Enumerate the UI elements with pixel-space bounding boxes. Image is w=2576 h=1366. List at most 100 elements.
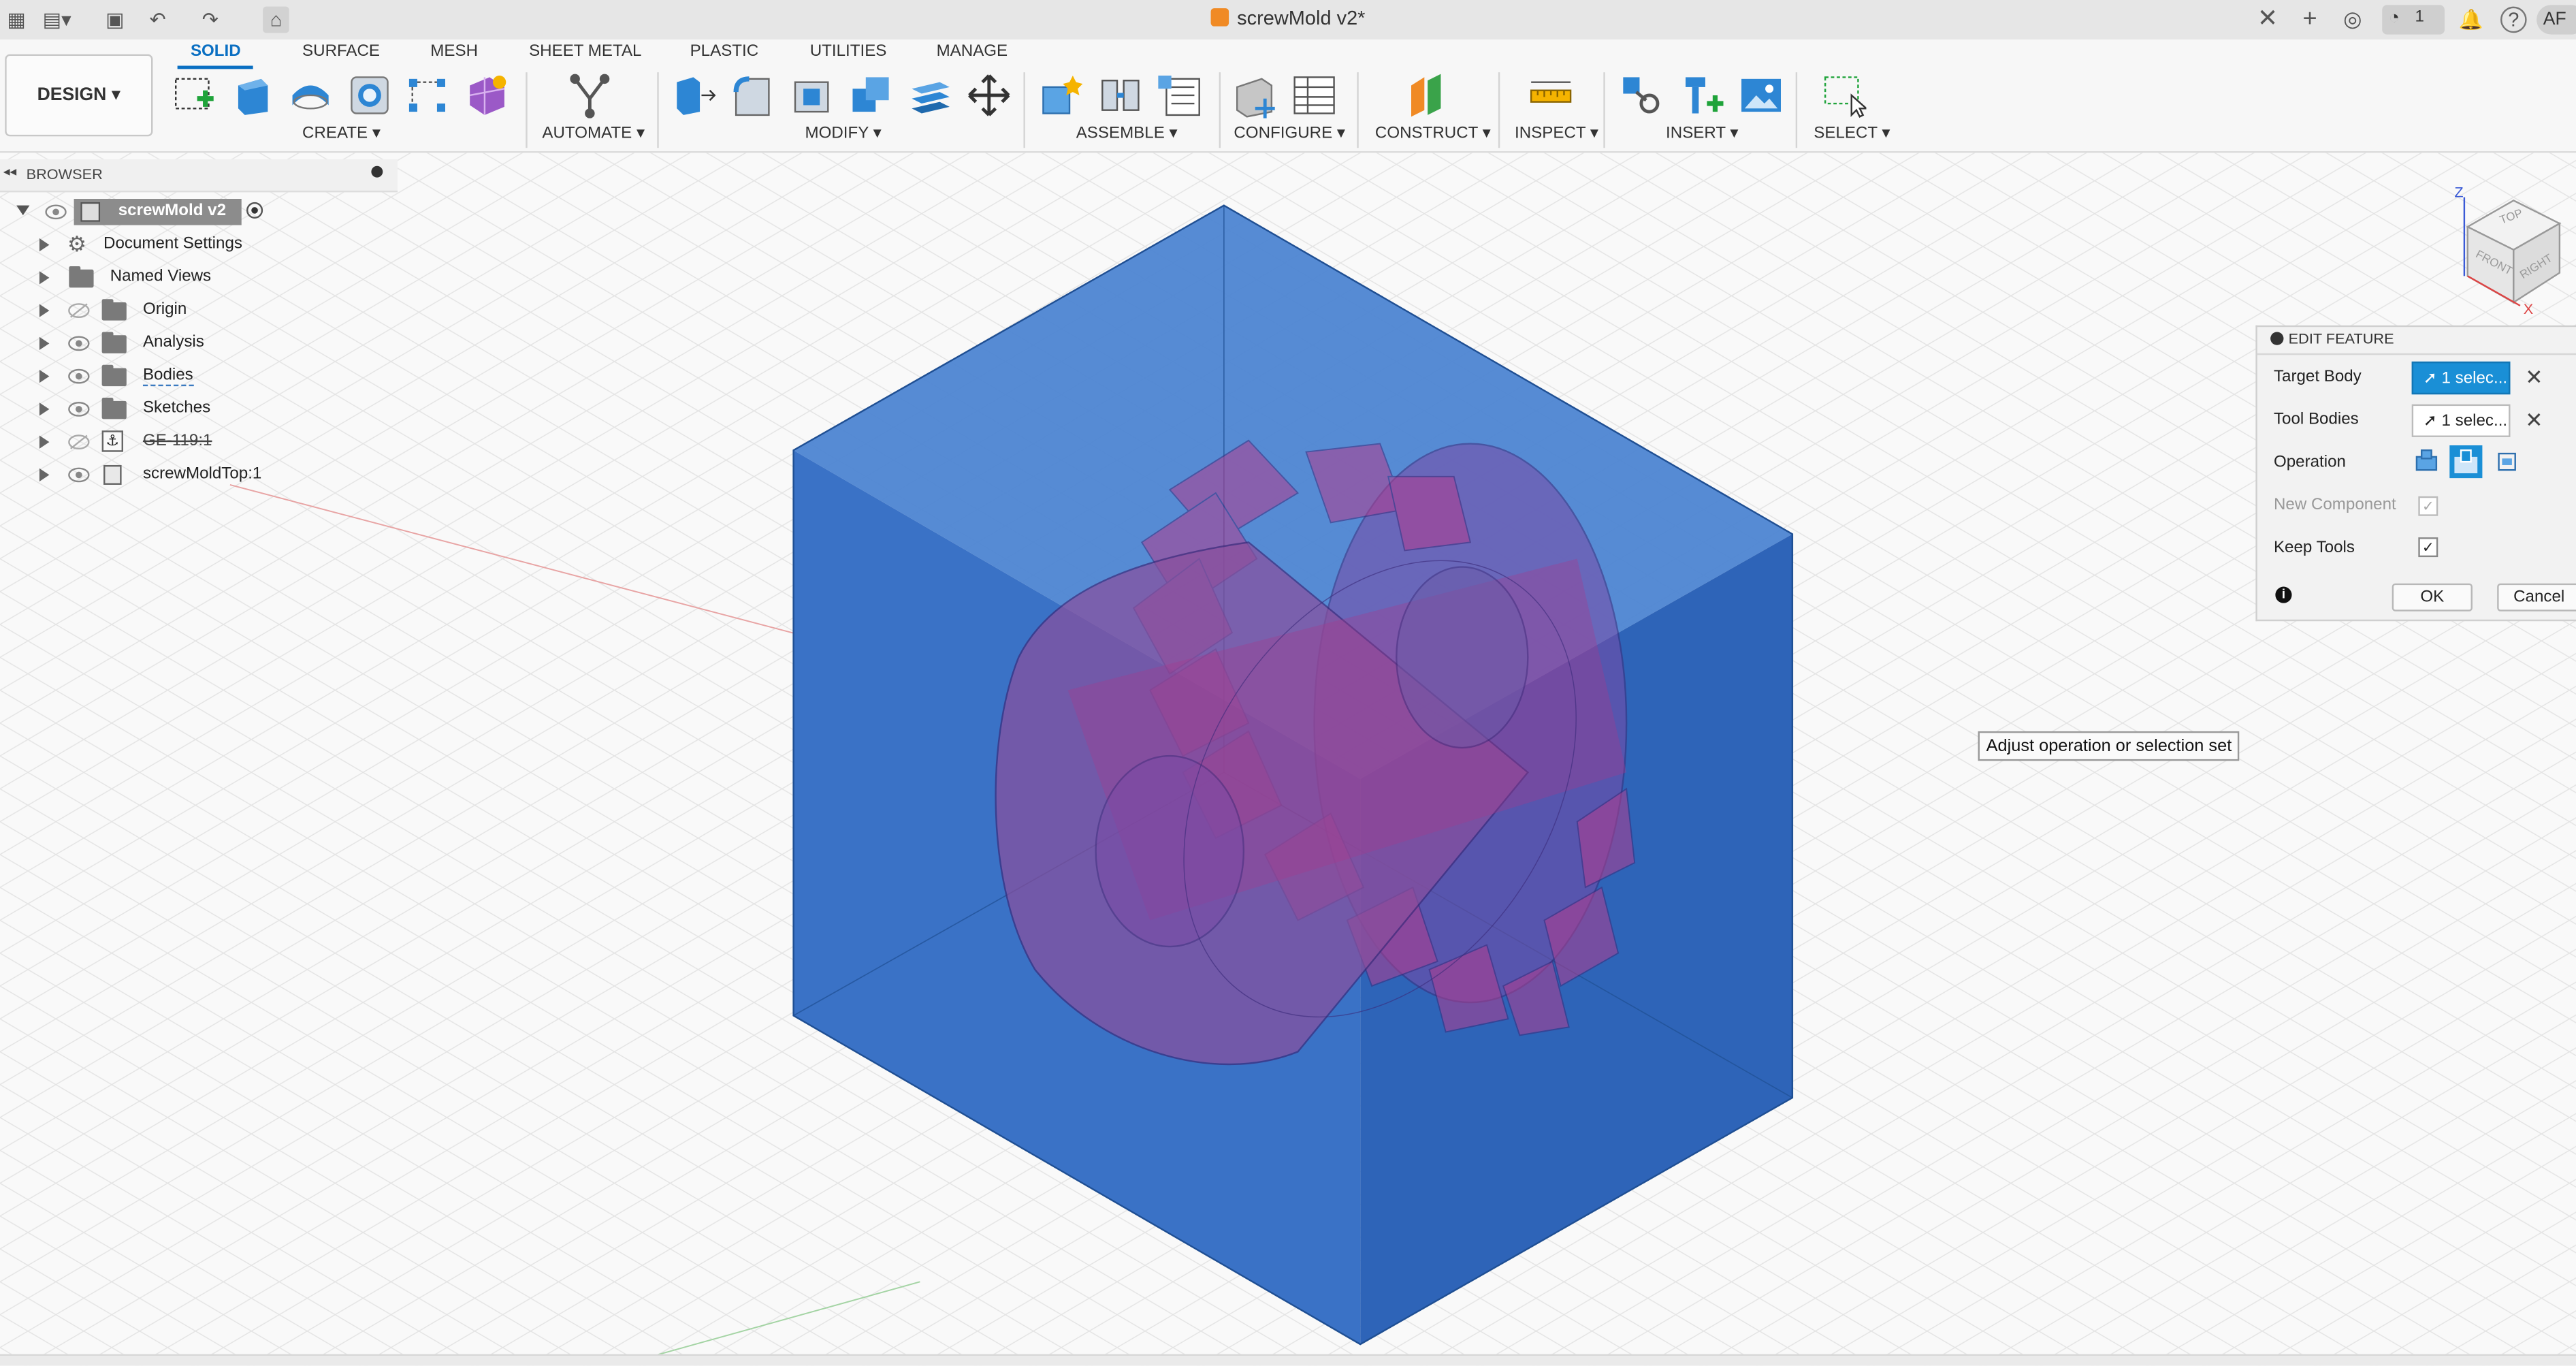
- folder-icon: [101, 332, 127, 353]
- fillet-icon[interactable]: [729, 72, 775, 118]
- create-menu[interactable]: CREATE ▾: [302, 125, 381, 143]
- bill-of-materials-icon[interactable]: [1157, 72, 1203, 118]
- insert-mcmaster-icon[interactable]: [1679, 72, 1725, 118]
- operation-intersect-icon[interactable]: [2497, 452, 2517, 472]
- workspace-switcher[interactable]: DESIGN ▾: [5, 54, 153, 137]
- expand-icon[interactable]: [39, 336, 50, 351]
- construct-label: CONSTRUCT: [1374, 125, 1478, 143]
- tab-sheet-metal[interactable]: SHEET METAL: [529, 43, 641, 61]
- operation-join-icon[interactable]: [2415, 449, 2438, 472]
- ok-button[interactable]: OK: [2392, 583, 2473, 611]
- view-cube[interactable]: TOP FRONT RIGHT Z X: [2448, 178, 2576, 319]
- hidden-eye-icon[interactable]: [67, 302, 91, 319]
- expand-collapse-icon[interactable]: [16, 205, 30, 216]
- expand-icon[interactable]: [39, 271, 50, 285]
- hidden-eye-icon[interactable]: [67, 434, 91, 450]
- combine-icon[interactable]: [848, 72, 894, 118]
- configuration-table-icon[interactable]: [1291, 72, 1338, 118]
- browser-item-label: Analysis: [142, 333, 204, 352]
- tab-solid[interactable]: SOLID: [191, 43, 241, 61]
- expand-icon[interactable]: [39, 369, 50, 383]
- tool-bodies-selection[interactable]: ➚ 1 selec...: [2411, 404, 2511, 437]
- operation-cut-icon[interactable]: [2449, 445, 2483, 479]
- visibility-eye-icon[interactable]: [67, 368, 91, 385]
- select-window-icon[interactable]: [1820, 72, 1867, 118]
- offset-face-icon[interactable]: [907, 72, 953, 118]
- pattern-icon[interactable]: [404, 72, 451, 118]
- visibility-eye-icon[interactable]: [67, 401, 91, 417]
- clear-tool-bodies-icon[interactable]: ✕: [2525, 407, 2543, 434]
- tab-manage[interactable]: MANAGE: [937, 43, 1008, 61]
- info-icon[interactable]: i: [2275, 586, 2292, 603]
- user-avatar[interactable]: AF: [2537, 5, 2576, 35]
- notifications-bell-icon[interactable]: 🔔: [2458, 7, 2484, 33]
- browser-item-document-settings[interactable]: ⚙ Document Settings: [0, 230, 398, 261]
- tab-surface[interactable]: SURFACE: [302, 43, 380, 61]
- insert-canvas-icon[interactable]: [1738, 72, 1784, 118]
- automate-icon[interactable]: [567, 72, 613, 118]
- expand-icon[interactable]: [39, 238, 50, 252]
- browser-item-origin[interactable]: Origin: [0, 296, 398, 327]
- create-sketch-icon[interactable]: [171, 72, 217, 118]
- collapse-browser-icon[interactable]: ◂◂: [3, 164, 16, 179]
- press-pull-icon[interactable]: [671, 72, 717, 118]
- construct-menu[interactable]: CONSTRUCT ▾: [1375, 125, 1491, 143]
- configure-icon[interactable]: [1232, 72, 1278, 118]
- browser-root-row[interactable]: screwMold v2: [0, 197, 398, 229]
- browser-item-bodies[interactable]: Bodies: [0, 362, 398, 393]
- expand-icon[interactable]: [39, 435, 50, 449]
- shell-icon[interactable]: [788, 72, 835, 118]
- x-axis-label: X: [2524, 300, 2534, 317]
- panel-header[interactable]: EDIT FEATURE: [2257, 327, 2576, 355]
- assemble-menu[interactable]: ASSEMBLE ▾: [1076, 125, 1178, 143]
- browser-item-named-views[interactable]: Named Views: [0, 263, 398, 294]
- tab-mesh[interactable]: MESH: [430, 43, 478, 61]
- new-tab-icon[interactable]: +: [2297, 5, 2323, 33]
- form-icon[interactable]: [464, 72, 510, 118]
- new-component-checkbox[interactable]: ✓: [2418, 496, 2438, 516]
- insert-menu[interactable]: INSERT ▾: [1666, 125, 1738, 143]
- navigation-bar: [0, 1354, 2576, 1366]
- revolve-icon[interactable]: [287, 72, 334, 118]
- toolbar-divider: [1498, 72, 1500, 148]
- toolbar-divider: [1023, 72, 1025, 148]
- modify-menu[interactable]: MODIFY ▾: [805, 125, 882, 143]
- clear-target-body-icon[interactable]: ✕: [2525, 365, 2543, 392]
- configure-menu[interactable]: CONFIGURE ▾: [1234, 125, 1345, 143]
- visibility-eye-icon[interactable]: [44, 204, 67, 220]
- inspect-menu[interactable]: INSPECT ▾: [1515, 125, 1598, 143]
- keep-tools-checkbox[interactable]: ✓: [2418, 537, 2438, 558]
- browser-item-ge-119[interactable]: ⚓ GE-119:1: [0, 427, 398, 458]
- visibility-eye-icon[interactable]: [67, 466, 91, 483]
- app-window: ▦ ▤▾ ▣ ↶ ↷ ⌂ screwMold v2* ✕ + ◎ ◔ 1 🔔 ?…: [0, 0, 2576, 1366]
- help-icon[interactable]: ?: [2500, 6, 2527, 33]
- automate-menu[interactable]: AUTOMATE ▾: [542, 125, 645, 143]
- tab-utilities[interactable]: UTILITIES: [810, 43, 887, 61]
- extrude-icon[interactable]: [228, 72, 274, 118]
- target-body-label: Target Body: [2273, 368, 2362, 387]
- extensions-icon[interactable]: ◎: [2339, 7, 2366, 33]
- activate-radio-icon[interactable]: [246, 202, 263, 219]
- target-body-selection[interactable]: ➚ 1 selec...: [2411, 361, 2511, 395]
- offset-plane-icon[interactable]: [1404, 72, 1451, 118]
- browser-item-sketches[interactable]: Sketches: [0, 394, 398, 426]
- browser-item-screwmoldtop[interactable]: screwMoldTop:1: [0, 460, 398, 492]
- cancel-button[interactable]: Cancel: [2497, 583, 2576, 611]
- tab-plastic[interactable]: PLASTIC: [690, 43, 759, 61]
- job-status-badge[interactable]: ◔ 1: [2382, 5, 2445, 35]
- insert-derive-icon[interactable]: [1620, 72, 1666, 118]
- joint-icon[interactable]: [1097, 72, 1144, 118]
- close-tab-icon[interactable]: ✕: [2257, 3, 2278, 33]
- expand-icon[interactable]: [39, 402, 50, 416]
- measure-icon[interactable]: [1528, 72, 1574, 118]
- panel-collapse-icon[interactable]: [2270, 332, 2284, 345]
- hole-icon[interactable]: [347, 72, 393, 118]
- browser-minimize-icon[interactable]: [371, 165, 383, 178]
- move-copy-icon[interactable]: [966, 72, 1012, 118]
- new-component-icon[interactable]: [1038, 72, 1084, 118]
- select-menu[interactable]: SELECT ▾: [1814, 125, 1890, 143]
- browser-item-analysis[interactable]: Analysis: [0, 329, 398, 360]
- expand-icon[interactable]: [39, 468, 50, 482]
- expand-icon[interactable]: [39, 304, 50, 317]
- visibility-eye-icon[interactable]: [67, 335, 91, 351]
